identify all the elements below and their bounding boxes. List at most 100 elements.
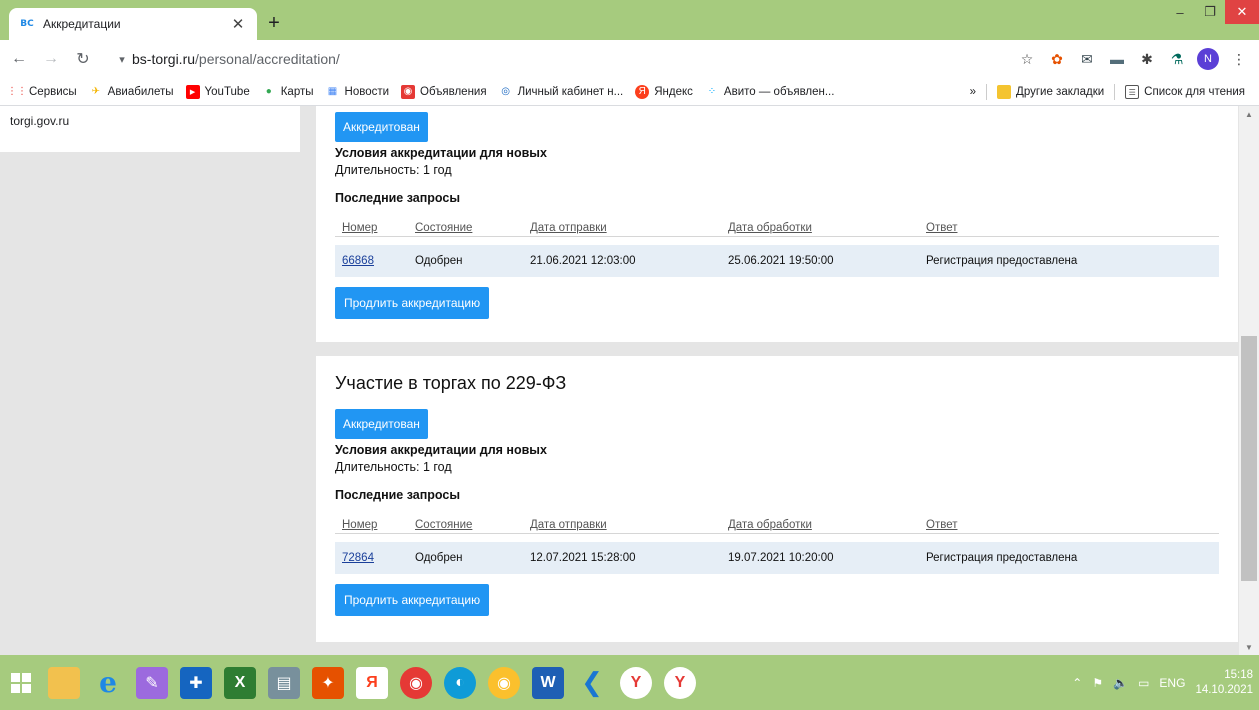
internet-explorer-icon[interactable]: e — [86, 661, 130, 705]
tab-close-icon[interactable]: ✕ — [229, 15, 247, 33]
bookmark-item[interactable]: ▦ Новости — [326, 85, 389, 99]
clock[interactable]: 15:18 14.10.2021 — [1195, 668, 1253, 698]
page-scrollbar[interactable]: ▲ ▼ — [1239, 106, 1259, 655]
app-arrow-icon[interactable]: ❮ — [570, 661, 614, 705]
windows-start-icon[interactable] — [0, 655, 42, 710]
back-arrow-icon[interactable]: ← — [6, 46, 32, 72]
request-answer: Регистрация предоставлена — [926, 255, 1078, 267]
col-number[interactable]: Номер — [335, 222, 415, 234]
bookmark-star-icon[interactable]: ☆ — [1017, 49, 1037, 69]
bookmark-item[interactable]: ◎ Личный кабинет н... — [499, 85, 623, 99]
bookmark-item[interactable]: ● Карты — [262, 85, 314, 99]
accreditation-card: Аккредитован Условия аккредитации для но… — [316, 106, 1238, 342]
restore-icon[interactable]: ❐ — [1195, 0, 1225, 24]
bookmark-item[interactable]: ⋮⋮ Сервисы — [7, 85, 77, 99]
site-favicon-icon: BC — [19, 16, 35, 32]
tab-title: Аккредитации — [43, 17, 121, 31]
col-number[interactable]: Номер — [335, 519, 415, 531]
bookmark-item[interactable]: ✈ Авиабилеты — [89, 85, 173, 99]
divider — [986, 84, 988, 100]
request-number-link[interactable]: 66868 — [335, 255, 415, 267]
apps-grid-icon: ⋮⋮ — [7, 86, 27, 97]
request-number-link[interactable]: 72864 — [335, 552, 415, 564]
bookmark-item[interactable]: ⁘ Авито — объявлен... — [705, 85, 835, 99]
extension-hat-icon[interactable]: ▬ — [1107, 49, 1127, 69]
conditions-label: Условия аккредитации для новых — [335, 443, 547, 457]
app-puzzle-icon[interactable]: ✦ — [306, 661, 350, 705]
page-viewport: torgi.gov.ru Аккредитован Условия аккред… — [0, 106, 1259, 655]
word-icon[interactable]: W — [526, 661, 570, 705]
excel-icon[interactable]: X — [218, 661, 262, 705]
table-row: 72864 Одобрен 12.07.2021 15:28:00 19.07.… — [335, 542, 1219, 574]
browser-tab-accreditation[interactable]: BC Аккредитации ✕ — [9, 8, 257, 40]
extension-mail-icon[interactable]: ✉ — [1077, 49, 1097, 69]
bookmark-item[interactable]: ▶ YouTube — [185, 84, 250, 99]
reading-list[interactable]: ☰ Список для чтения — [1125, 85, 1245, 99]
cabinet-icon: ◎ — [501, 86, 510, 97]
duration-label: Длительность: 1 год — [335, 163, 452, 177]
forward-arrow-icon[interactable]: → — [38, 46, 64, 72]
youtube-icon: ▶ — [185, 84, 200, 99]
status-badge: Аккредитован — [335, 409, 428, 439]
profile-avatar[interactable]: N — [1197, 48, 1219, 70]
col-processed-date[interactable]: Дата обработки — [728, 519, 926, 531]
window-controls: – ❐ ✕ — [1165, 0, 1259, 24]
bookmark-item[interactable]: ◉ Объявления — [401, 84, 487, 99]
chrome-beta-icon[interactable]: ◉ — [394, 661, 438, 705]
col-answer[interactable]: Ответ — [926, 222, 1219, 234]
defender-shield-icon[interactable]: ✚ — [174, 661, 218, 705]
col-processed-date[interactable]: Дата обработки — [728, 222, 926, 234]
address-url: bs-torgi.ru/personal/accreditation/ — [132, 51, 340, 67]
bookmark-item[interactable]: Я Яндекс — [635, 84, 693, 99]
paint-icon[interactable]: ✎ — [130, 661, 174, 705]
minimize-icon[interactable]: – — [1165, 0, 1195, 24]
bookmarks-right: » Другие закладки ☰ Список для чтения — [970, 78, 1245, 106]
scroll-up-arrow-icon[interactable]: ▲ — [1239, 106, 1259, 122]
extend-accreditation-button[interactable]: Продлить аккредитацию — [335, 584, 490, 616]
yandex-y-icon[interactable]: Y — [614, 661, 658, 705]
scroll-down-arrow-icon[interactable]: ▼ — [1239, 639, 1259, 655]
plane-icon: ✈ — [91, 86, 100, 97]
extension-flower-icon[interactable]: ✿ — [1047, 49, 1067, 69]
reload-icon[interactable]: ↻ — [70, 46, 96, 72]
requests-table: Номер Состояние Дата отправки Дата обраб… — [335, 516, 1219, 574]
extension-flask-icon[interactable]: ⚗ — [1167, 49, 1187, 69]
browser-tab-bar: BC Аккредитации ✕ + – ❐ ✕ — [0, 0, 1259, 40]
request-answer: Регистрация предоставлена — [926, 552, 1078, 564]
file-explorer-icon[interactable] — [42, 661, 86, 705]
extensions-puzzle-icon[interactable]: ✱ — [1137, 49, 1157, 69]
col-sent-date[interactable]: Дата отправки — [530, 519, 728, 531]
input-language[interactable]: ENG — [1159, 676, 1185, 690]
col-sent-date[interactable]: Дата отправки — [530, 222, 728, 234]
flag-icon[interactable]: ⚑ — [1092, 676, 1103, 690]
chrome-icon[interactable]: ◉ — [482, 661, 526, 705]
extend-accreditation-button[interactable]: Продлить аккредитацию — [335, 287, 490, 319]
site-info-chevron-icon[interactable]: ▾ — [112, 53, 132, 66]
map-pin-icon: ● — [265, 86, 272, 97]
bookmarks-more-button[interactable]: » — [970, 86, 976, 98]
accreditation-card: Участие в торгах по 229-ФЗ Аккредитован … — [316, 356, 1238, 642]
network-icon[interactable]: ▭ — [1138, 676, 1149, 690]
col-answer[interactable]: Ответ — [926, 519, 1219, 531]
edge-icon[interactable]: ◐ — [438, 661, 482, 705]
app-chart-icon[interactable]: ▤ — [262, 661, 306, 705]
other-bookmarks[interactable]: Другие закладки — [997, 85, 1104, 99]
table-header: Номер Состояние Дата отправки Дата обраб… — [335, 219, 1219, 237]
new-tab-plus-icon[interactable]: + — [262, 12, 286, 35]
requests-title: Последние запросы — [335, 488, 461, 502]
yandex-browser-icon[interactable]: Я — [350, 661, 394, 705]
torgi-link[interactable]: torgi.gov.ru — [10, 114, 69, 128]
scrollbar-thumb[interactable] — [1241, 336, 1257, 581]
volume-icon[interactable]: 🔈 — [1113, 676, 1128, 690]
col-state[interactable]: Состояние — [415, 519, 530, 531]
extensions-row: ☆ ✿ ✉ ▬ ✱ ⚗ N ⋮ — [1017, 48, 1249, 70]
requests-title: Последние запросы — [335, 191, 461, 205]
browser-menu-icon[interactable]: ⋮ — [1229, 49, 1249, 69]
col-state[interactable]: Состояние — [415, 222, 530, 234]
request-processed-date: 25.06.2021 19:50:00 — [728, 255, 834, 267]
window-close-icon[interactable]: ✕ — [1225, 0, 1259, 24]
tray-chevron-icon[interactable]: ⌃ — [1072, 676, 1082, 690]
yandex-y-icon[interactable]: Y — [658, 661, 702, 705]
address-bar[interactable]: ▾ bs-torgi.ru/personal/accreditation/ — [112, 45, 1032, 73]
avito-icon: ⁘ — [707, 86, 717, 97]
